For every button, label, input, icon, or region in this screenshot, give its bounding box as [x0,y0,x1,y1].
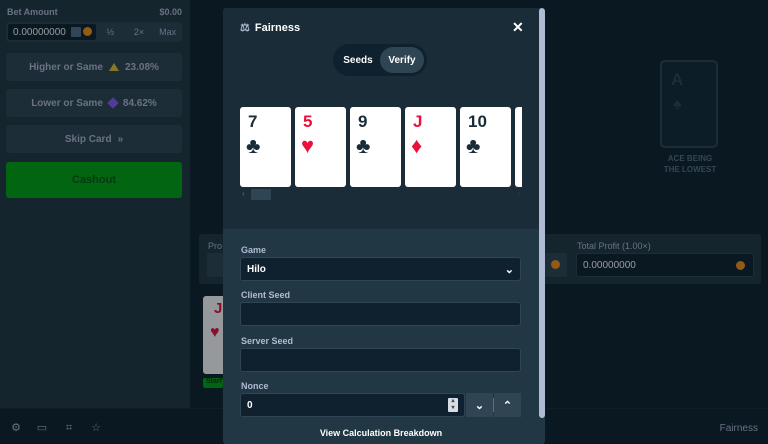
fairness-tabs: Seeds Verify [333,44,427,76]
club-icon: ♣ [466,133,481,158]
playing-card: 7 ♣ [240,107,291,187]
card-rank: 10 [468,112,487,131]
scale-icon: ⚖ [240,22,250,34]
playing-card: 9 ♣ [350,107,401,187]
chevron-down-icon: ⌄ [474,399,485,412]
card-rank: J [413,112,423,131]
modal-title: ⚖ Fairness [240,21,301,35]
client-seed-input[interactable] [240,302,521,326]
scroll-right-icon[interactable]: › [517,189,520,198]
diamond-icon: ♦ [411,133,423,158]
game-label: Game [241,245,267,255]
nonce-input[interactable]: 0 ▴ ▾ [240,393,465,417]
card-rank: 9 [358,112,368,131]
scrollbar-thumb[interactable] [251,189,271,200]
playing-card: 10 ♣ [460,107,511,187]
fairness-modal: ⚖ Fairness ✕ Seeds Verify 7 ♣ 5 ♥ 9 ♣ J … [223,8,545,444]
chevron-down-icon: ⌄ [504,264,514,276]
playing-card: J ♦ [405,107,456,187]
nonce-value: 0 [247,399,253,411]
nonce-increment-button[interactable]: ⌃ [494,393,521,417]
game-select[interactable]: Hilo ⌄ [240,257,521,281]
tab-verify[interactable]: Verify [380,47,424,73]
playing-card: 5 ♥ [295,107,346,187]
club-icon: ♣ [356,133,371,158]
heart-icon: ♥ [301,133,315,158]
tab-seeds[interactable]: Seeds [336,47,380,73]
game-select-value: Hilo [247,263,266,275]
scroll-left-icon[interactable]: ‹ [242,189,245,198]
card-rank: 7 [248,112,258,131]
server-seed-label: Server Seed [241,336,294,346]
server-seed-input[interactable] [240,348,521,372]
nonce-label: Nonce [241,381,269,391]
modal-scrollbar[interactable] [539,8,545,418]
cards-scrollbar[interactable]: ‹ › [240,189,522,200]
club-icon: ♣ [246,133,261,158]
client-seed-label: Client Seed [241,290,291,300]
spinner-icon[interactable]: ▴ ▾ [448,398,458,412]
playing-card [515,107,522,187]
verified-cards-row: 7 ♣ 5 ♥ 9 ♣ J ♦ 10 ♣ [240,107,522,188]
nonce-decrement-button[interactable]: ⌄ [466,393,493,417]
modal-title-text: Fairness [254,21,301,34]
card-rank: 5 [303,112,313,131]
close-icon[interactable]: ✕ [512,19,524,36]
chevron-up-icon: ⌃ [502,399,513,412]
view-calculation-link[interactable]: View Calculation Breakdown [223,428,539,438]
